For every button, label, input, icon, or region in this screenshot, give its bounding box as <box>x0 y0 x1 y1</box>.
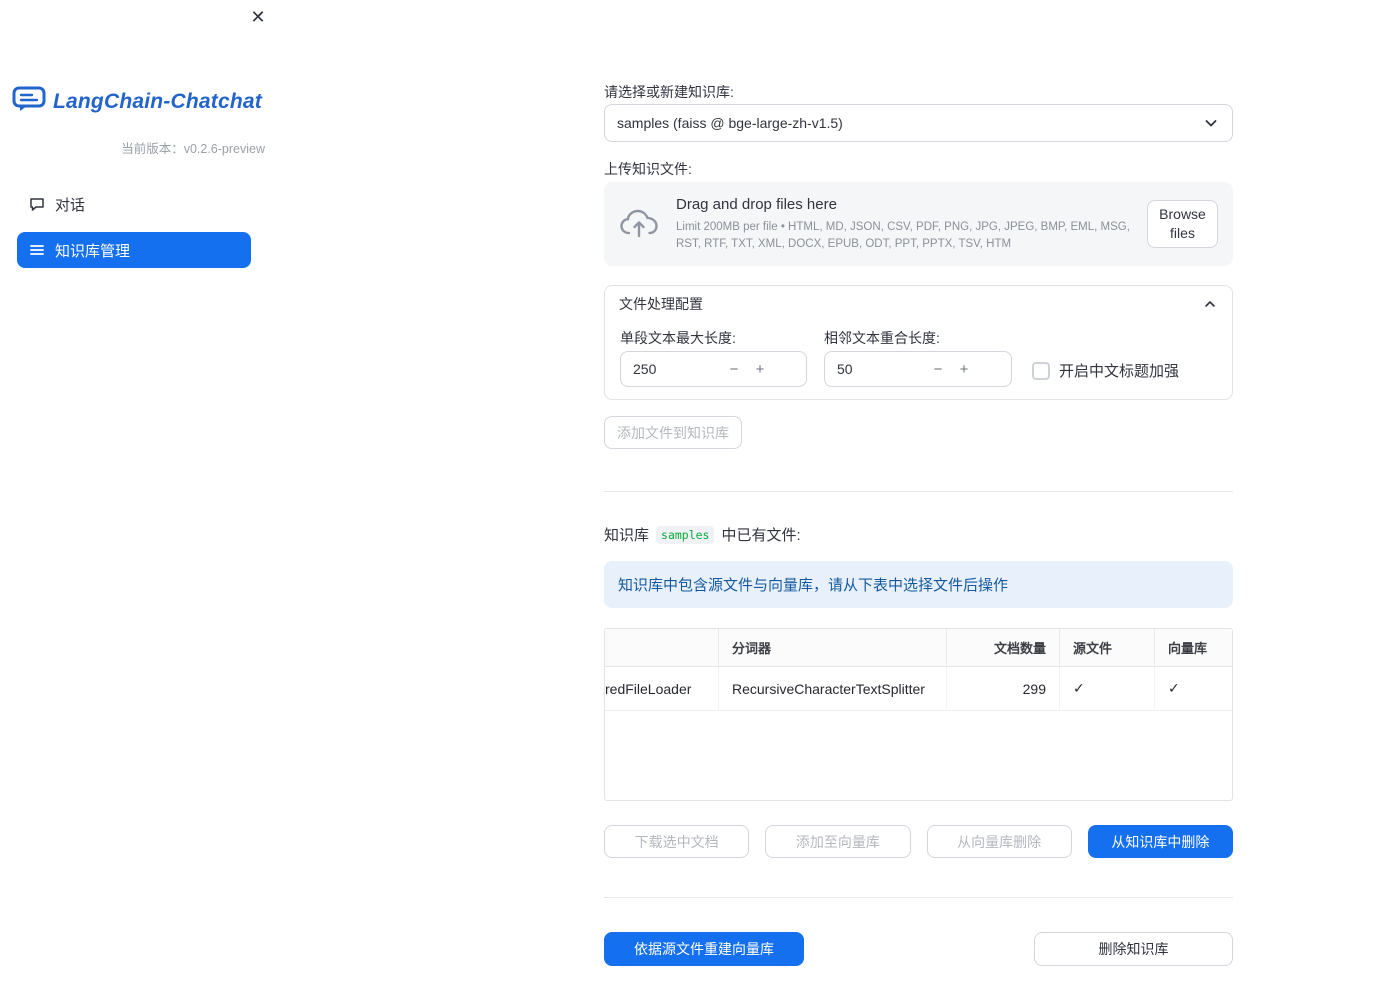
uploader-limit-text: Limit 200MB per file • HTML, MD, JSON, C… <box>676 220 1130 250</box>
chevron-up-icon <box>1202 296 1218 312</box>
overlap-minus-button[interactable]: − <box>925 352 951 386</box>
table-header-source-file[interactable]: 源文件 <box>1060 629 1155 666</box>
delete-from-kb-button[interactable]: 从知识库中删除 <box>1087 825 1233 858</box>
max-length-input-group: − + <box>620 351 807 387</box>
kb-name-code: samples <box>656 525 715 544</box>
overlap-input[interactable] <box>825 361 925 377</box>
divider <box>604 491 1233 492</box>
main-content: 请选择或新建知识库: samples (faiss @ bge-large-zh… <box>604 0 1234 1002</box>
kb-selectbox-value: samples (faiss @ bge-large-zh-v1.5) <box>617 115 843 131</box>
max-length-minus-button[interactable]: − <box>721 352 747 386</box>
uploader-drag-text: Drag and drop files here <box>676 195 837 213</box>
file-config-title: 文件处理配置 <box>619 296 703 312</box>
cell-doc-count: 299 <box>947 667 1060 710</box>
overlap-input-group: − + <box>824 351 1012 387</box>
table-header-vector-store[interactable]: 向量库 <box>1155 629 1232 666</box>
max-length-label: 单段文本最大长度: <box>620 330 736 346</box>
overlap-label: 相邻文本重合长度: <box>824 330 940 346</box>
kb-files-table[interactable]: 分词器 文档数量 源文件 向量库 redFileLoader Recursive… <box>604 628 1233 801</box>
table-header-splitter[interactable]: 分词器 <box>719 629 947 666</box>
browse-files-button[interactable]: Browse files <box>1147 200 1218 248</box>
divider <box>604 897 1233 898</box>
sidebar-item-label: 对话 <box>55 196 86 214</box>
sidebar-close-icon[interactable]: ✕ <box>246 5 270 29</box>
logo-text: LangChain-Chatchat <box>53 89 262 113</box>
max-length-input[interactable] <box>621 361 721 377</box>
zh-title-enhance-checkbox[interactable]: 开启中文标题加强 <box>1032 360 1179 381</box>
cell-loader: redFileLoader <box>605 667 719 710</box>
cell-vector-store-check: ✓ <box>1168 680 1180 696</box>
kb-files-suffix: 中已有文件: <box>721 527 801 544</box>
kb-selectbox[interactable]: samples (faiss @ bge-large-zh-v1.5) <box>604 104 1233 142</box>
add-to-vector-store-button[interactable]: 添加至向量库 <box>765 825 911 858</box>
sidebar-item-knowledge-base[interactable]: 知识库管理 <box>17 232 251 268</box>
sidebar-item-label: 知识库管理 <box>55 242 131 260</box>
info-alert-text: 知识库中包含源文件与向量库，请从下表中选择文件后操作 <box>618 577 1009 594</box>
cloud-upload-icon <box>619 208 659 240</box>
delete-kb-button[interactable]: 删除知识库 <box>1034 932 1233 966</box>
sidebar: ✕ LangChain-Chatchat 当前版本：v0.2.6-preview <box>0 0 280 1002</box>
sidebar-menu: 对话 知识库管理 <box>17 186 251 268</box>
chat-logo-icon <box>12 86 46 117</box>
chevron-down-icon <box>1202 114 1220 132</box>
checkbox-label: 开启中文标题加强 <box>1059 363 1180 380</box>
add-files-to-kb-button[interactable]: 添加文件到知识库 <box>604 416 742 449</box>
app-window: ✕ LangChain-Chatchat 当前版本：v0.2.6-preview <box>0 0 1380 1002</box>
download-selected-button[interactable]: 下载选中文档 <box>604 825 750 858</box>
table-header-loader[interactable] <box>605 629 719 666</box>
table-actions-row: 下载选中文档 添加至向量库 从向量库删除 从知识库中删除 <box>604 825 1233 858</box>
kb-files-prefix: 知识库 <box>604 527 650 544</box>
list-icon <box>29 242 45 258</box>
delete-from-vector-store-button[interactable]: 从向量库删除 <box>926 825 1072 858</box>
logo: LangChain-Chatchat <box>12 86 262 117</box>
sidebar-item-dialogue[interactable]: 对话 <box>17 186 251 222</box>
file-uploader-dropzone[interactable]: Drag and drop files here Limit 200MB per… <box>604 182 1233 266</box>
info-alert: 知识库中包含源文件与向量库，请从下表中选择文件后操作 <box>604 561 1233 608</box>
checkbox-box <box>1032 361 1050 380</box>
kb-files-line: 知识库 samples 中已有文件: <box>604 524 801 545</box>
chat-bubble-icon <box>29 196 45 212</box>
file-config-expander-header[interactable]: 文件处理配置 <box>605 286 1232 322</box>
table-header-row: 分词器 文档数量 源文件 向量库 <box>605 629 1232 667</box>
version-text: 当前版本：v0.2.6-preview <box>121 142 265 156</box>
cell-splitter: RecursiveCharacterTextSplitter <box>719 667 947 710</box>
table-header-doc-count[interactable]: 文档数量 <box>947 629 1060 666</box>
file-config-expander: 文件处理配置 单段文本最大长度: − + 相邻文本重合长度: − + <box>604 285 1233 400</box>
overlap-plus-button[interactable]: + <box>951 352 977 386</box>
upload-label: 上传知识文件: <box>604 161 692 177</box>
rebuild-vector-store-button[interactable]: 依据源文件重建向量库 <box>604 932 804 966</box>
table-row[interactable]: redFileLoader RecursiveCharacterTextSpli… <box>605 667 1232 711</box>
max-length-plus-button[interactable]: + <box>747 352 773 386</box>
kb-select-label: 请选择或新建知识库: <box>604 84 734 100</box>
cell-source-file-check: ✓ <box>1060 667 1155 710</box>
uploader-texts: Drag and drop files here Limit 200MB per… <box>676 196 1147 252</box>
